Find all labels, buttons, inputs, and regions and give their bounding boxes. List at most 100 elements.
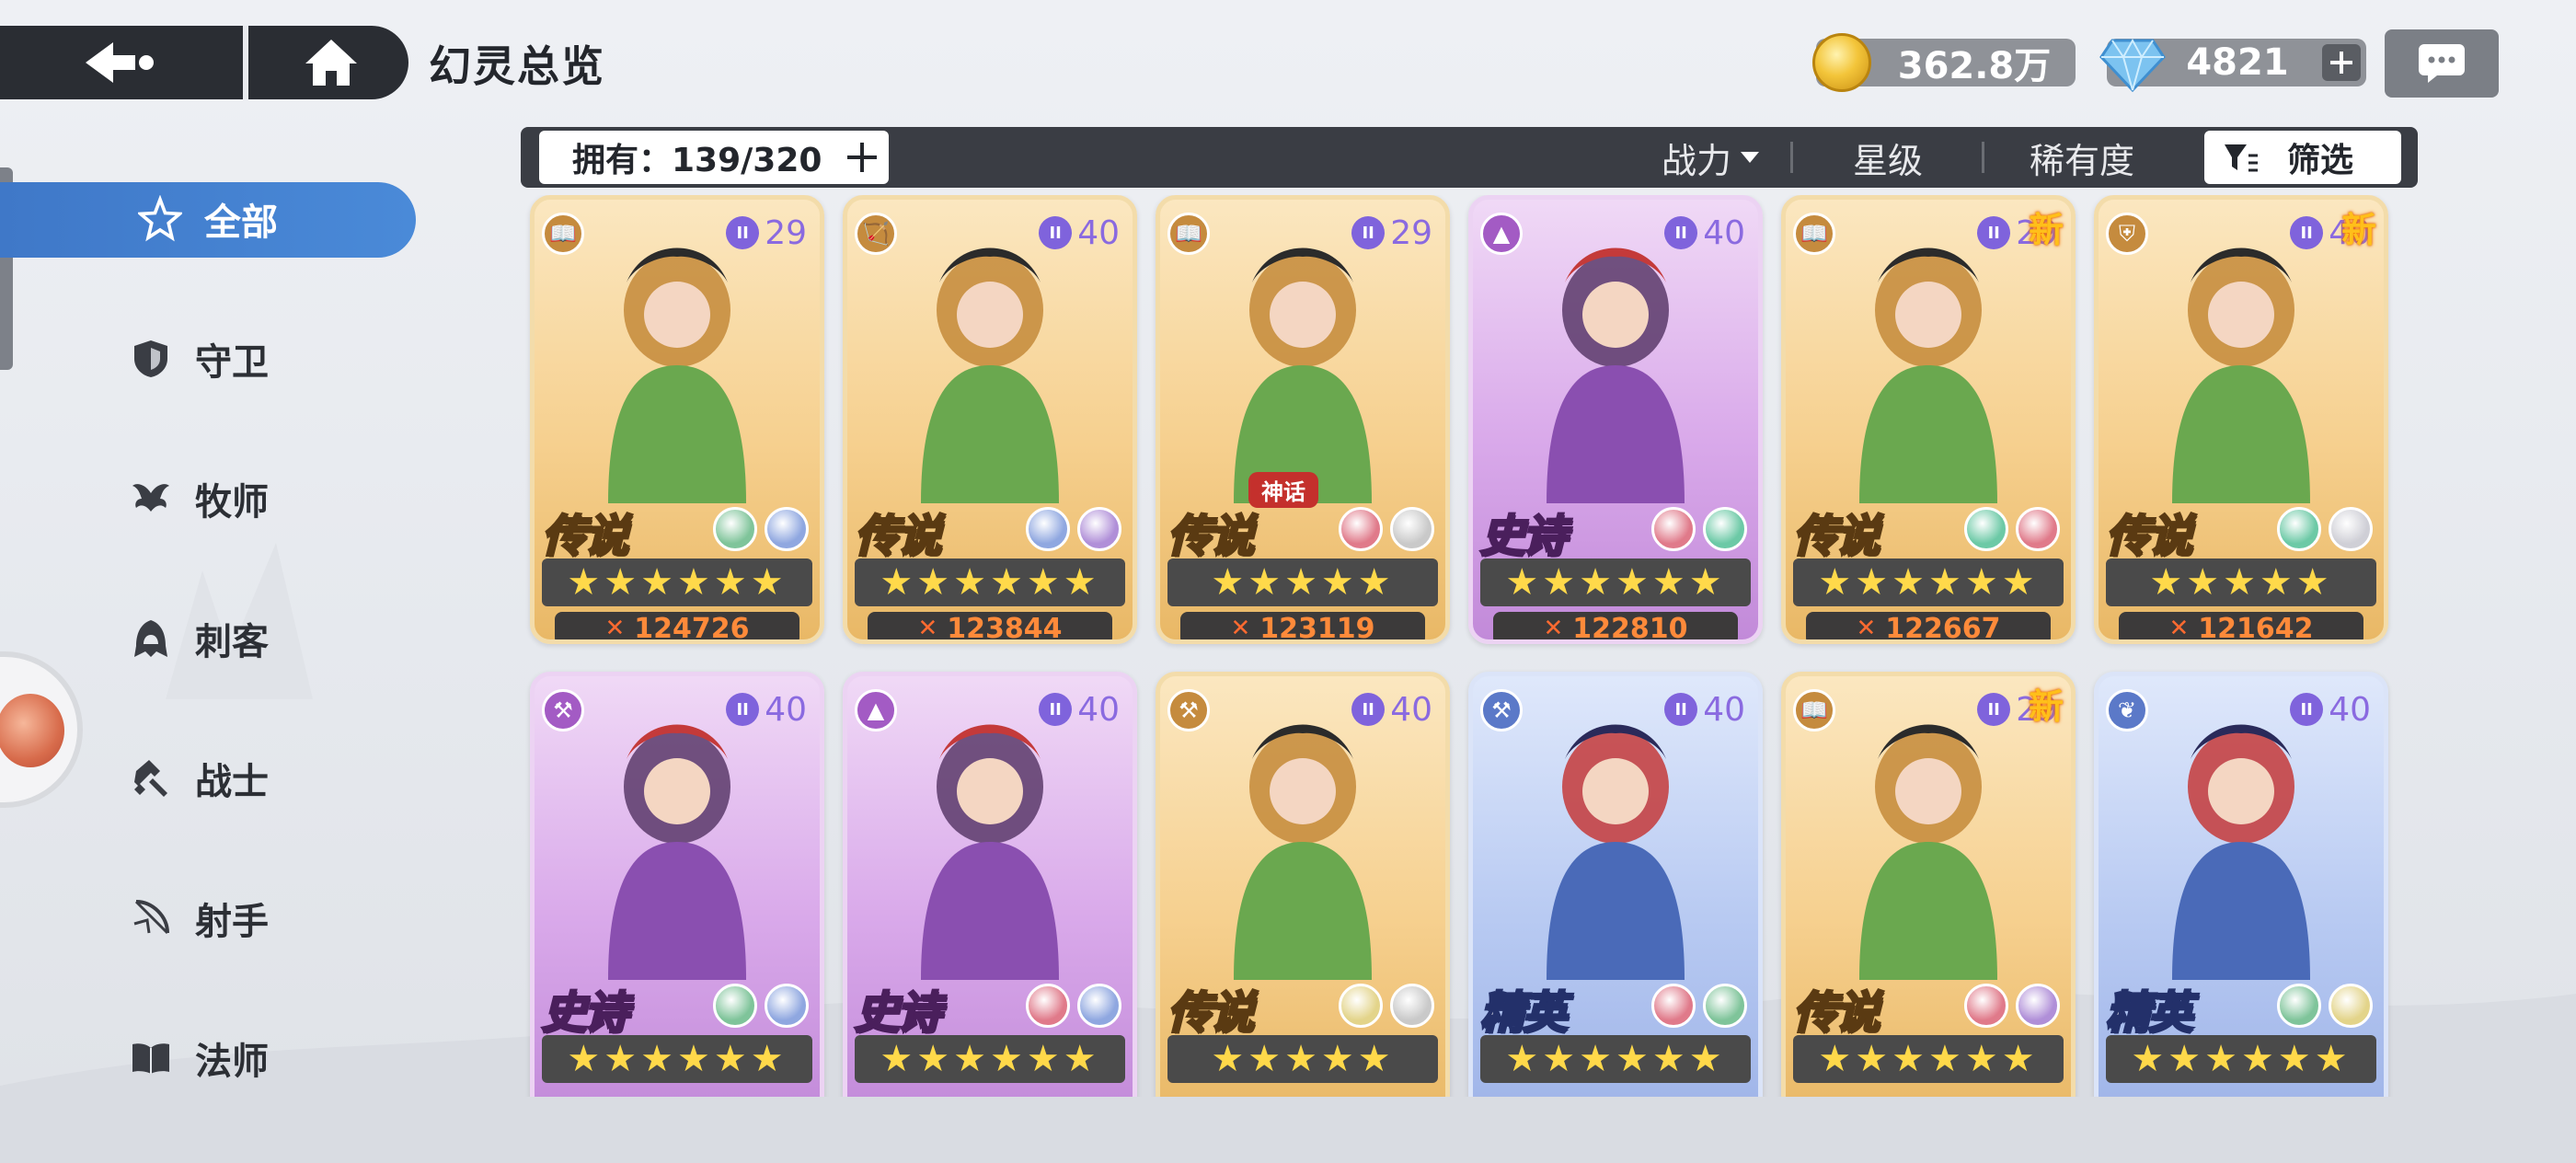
hero-power: ✕ 123119 bbox=[1180, 612, 1425, 639]
back-button[interactable] bbox=[0, 26, 241, 99]
hero-card[interactable]: 🏹 II 40 传说 ★★★★★★ ✕ 123844 bbox=[843, 195, 1137, 644]
hero-stars: ★★★★★★ bbox=[855, 558, 1125, 606]
plus-icon bbox=[2330, 52, 2352, 74]
hero-power-value: 124726 bbox=[634, 612, 750, 644]
filter-button[interactable]: 筛选 bbox=[2204, 131, 2401, 184]
hero-portrait bbox=[2172, 248, 2310, 503]
element-icon bbox=[1339, 507, 1383, 551]
element-icon bbox=[2016, 984, 2060, 1028]
level-badge-icon: II bbox=[2290, 216, 2324, 249]
sidebar-item-label: 法师 bbox=[195, 1041, 269, 1083]
hero-portrait bbox=[921, 248, 1059, 503]
element-icon bbox=[1339, 984, 1383, 1028]
hero-stars: ★★★★★★ bbox=[1793, 1035, 2064, 1083]
hero-portrait bbox=[608, 248, 746, 503]
hero-level: II 40 bbox=[726, 689, 807, 730]
hero-portrait bbox=[1547, 248, 1685, 503]
sort-power-label: 战力 bbox=[1662, 140, 1732, 181]
level-badge-icon: II bbox=[1977, 693, 2011, 726]
level-badge-icon: II bbox=[2290, 693, 2324, 726]
hero-stars: ★★★★★★ bbox=[2106, 1035, 2376, 1083]
hero-card[interactable]: ❦ II 40 精英 ★★★★★★ bbox=[2094, 672, 2388, 1097]
hero-portrait bbox=[1547, 724, 1685, 980]
hood-icon bbox=[129, 616, 173, 661]
level-badge-icon: II bbox=[1977, 216, 2011, 249]
hero-card[interactable]: 📖 II 29 传说 ★★★★★★ ✕ 124726 bbox=[530, 195, 824, 644]
element-icons bbox=[706, 507, 809, 551]
level-badge-icon: II bbox=[726, 216, 760, 249]
hero-card[interactable]: 📖 II 29 新 传说 ★★★★★★ ✕ 122667 bbox=[1781, 195, 2076, 644]
hero-stars: ★★★★★ bbox=[2106, 558, 2376, 606]
element-icon bbox=[2277, 984, 2321, 1028]
sidebar-item-mage[interactable]: 法师 bbox=[129, 1021, 423, 1095]
level-badge-icon: II bbox=[1664, 693, 1698, 726]
sidebar-item-guard[interactable]: 守卫 bbox=[129, 322, 423, 396]
hero-stars: ★★★★★★ bbox=[1480, 1035, 1751, 1083]
hero-card[interactable]: ⛨ II 40 新 传说 ★★★★★ ✕ 121642 bbox=[2094, 195, 2388, 644]
element-icon bbox=[765, 984, 809, 1028]
hero-portrait bbox=[1859, 724, 1997, 980]
hero-stars: ★★★★★★ bbox=[542, 558, 812, 606]
hero-level-value: 40 bbox=[1390, 690, 1432, 729]
hero-card[interactable]: 📖 II 29 神话 传说 ★★★★★ ✕ 123119 bbox=[1156, 195, 1450, 644]
bow-icon: 🏹 bbox=[855, 213, 897, 255]
book-icon: 📖 bbox=[1793, 213, 1835, 255]
hero-stars: ★★★★★★ bbox=[1480, 558, 1751, 606]
element-icon bbox=[2277, 507, 2321, 551]
hero-card[interactable]: 📖 II 29 新 传说 ★★★★★★ bbox=[1781, 672, 2076, 1097]
hero-level-value: 40 bbox=[2329, 690, 2371, 729]
sidebar-item-assassin[interactable]: 刺客 bbox=[129, 602, 423, 675]
expand-capacity-button[interactable] bbox=[843, 138, 881, 177]
plus-icon bbox=[847, 143, 877, 172]
sort-divider bbox=[1790, 142, 1793, 173]
crossed-swords-icon: ✕ bbox=[2168, 615, 2190, 642]
sort-power-button[interactable]: 战力 bbox=[1662, 132, 1761, 182]
hero-card[interactable]: ⚒ II 40 精英 ★★★★★★ bbox=[1468, 672, 1763, 1097]
hero-card[interactable]: ⚒ II 40 史诗 ★★★★★★ bbox=[530, 672, 824, 1097]
home-icon bbox=[305, 40, 357, 86]
shield-icon: ⛨ bbox=[2106, 213, 2148, 255]
hero-rarity: 传说 bbox=[1166, 510, 1255, 564]
book-icon: 📖 bbox=[1793, 689, 1835, 731]
element-icons bbox=[706, 984, 809, 1028]
gold-coin-icon bbox=[1812, 33, 1871, 92]
element-icon bbox=[1390, 984, 1434, 1028]
hero-level: II 40 bbox=[1039, 213, 1120, 253]
element-icons bbox=[2270, 984, 2373, 1028]
sidebar-item-all[interactable]: 全部 bbox=[138, 182, 432, 256]
book-icon: 📖 bbox=[1167, 213, 1210, 255]
sidebar-item-priest[interactable]: 牧师 bbox=[129, 462, 423, 535]
star-all-icon bbox=[138, 195, 182, 242]
sort-rarity-button[interactable]: 稀有度 bbox=[2030, 132, 2134, 182]
chat-button[interactable] bbox=[2385, 29, 2499, 98]
sort-star-button[interactable]: 星级 bbox=[1853, 132, 1923, 182]
hammer-icon bbox=[129, 756, 173, 800]
sort-star-label: 星级 bbox=[1853, 140, 1924, 181]
level-badge-icon: II bbox=[1664, 216, 1698, 249]
hero-level: II 29 bbox=[726, 213, 807, 253]
hero-power: ✕ 122810 bbox=[1493, 612, 1738, 644]
hero-power-value: 122667 bbox=[1885, 612, 2001, 644]
gem-icon bbox=[2099, 38, 2166, 93]
element-icon bbox=[1964, 507, 2008, 551]
hero-card[interactable]: ⚒ II 40 传说 ★★★★★ bbox=[1156, 672, 1450, 1097]
crossed-swords-icon: ✕ bbox=[1856, 615, 1877, 642]
hero-power-value: 122810 bbox=[1572, 612, 1688, 644]
add-gems-button[interactable] bbox=[2322, 44, 2361, 81]
hood-icon: ▲ bbox=[855, 689, 897, 731]
gold-counter[interactable]: 362.8万 bbox=[1812, 33, 2076, 92]
hero-card[interactable]: ▲ II 40 史诗 ★★★★★★ bbox=[843, 672, 1137, 1097]
element-icon bbox=[1077, 984, 1121, 1028]
hero-level-value: 40 bbox=[1077, 690, 1120, 729]
hero-rarity: 精英 bbox=[2104, 986, 2193, 1041]
hero-card[interactable]: ▲ II 40 史诗 ★★★★★★ ✕ 122810 bbox=[1468, 195, 1763, 644]
hero-stars: ★★★★★★ bbox=[855, 1035, 1125, 1083]
crossed-swords-icon: ✕ bbox=[1543, 615, 1564, 642]
wings-icon: ❦ bbox=[2106, 689, 2148, 731]
sidebar-item-warrior[interactable]: 战士 bbox=[129, 742, 423, 815]
home-button[interactable] bbox=[276, 26, 386, 99]
sidebar-item-archer[interactable]: 射手 bbox=[129, 881, 423, 955]
new-badge: 新 bbox=[2028, 210, 2064, 250]
element-icons bbox=[1644, 984, 1747, 1028]
element-icon bbox=[2329, 507, 2373, 551]
